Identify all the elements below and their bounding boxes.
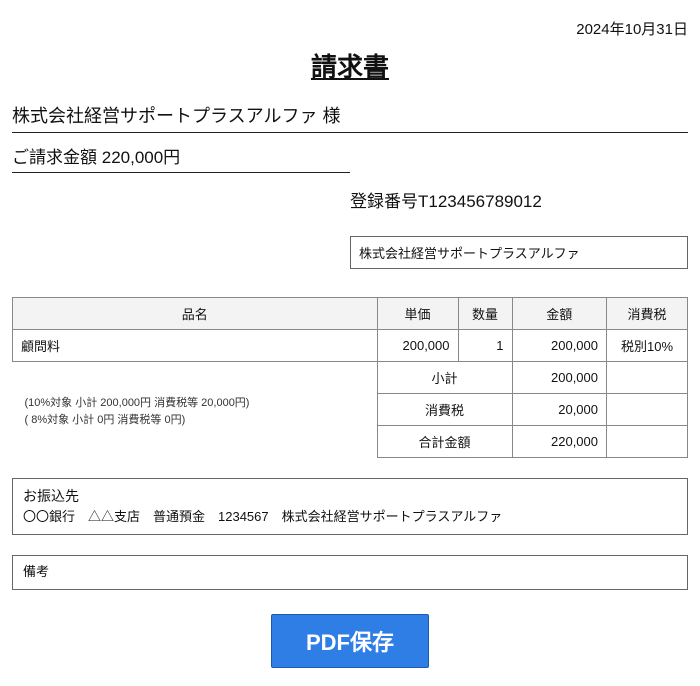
tax-value: 20,000 (512, 394, 607, 426)
cell-name: 顧問料 (13, 330, 378, 362)
subtotal-row: (10%対象 小計 200,000円 消費税等 20,000円) ( 8%対象 … (13, 362, 688, 394)
bank-box: お振込先 〇〇銀行 △△支店 普通預金 1234567 株式会社経営サポートプラ… (12, 478, 688, 535)
billing-amount-label: ご請求金額 (12, 148, 97, 167)
remarks-title: 備考 (23, 564, 49, 579)
grand-value: 220,000 (512, 426, 607, 458)
registration-number: T123456789012 (418, 192, 542, 211)
remarks-box: 備考 (12, 555, 688, 590)
header-unit-price: 単価 (377, 298, 458, 330)
subtotal-tax-blank (607, 362, 688, 394)
cell-qty: 1 (458, 330, 512, 362)
billing-amount-value: 220,000円 (102, 148, 180, 167)
bank-title: お振込先 (23, 485, 677, 507)
table-row: 顧問料 200,000 1 200,000 税別10% (13, 330, 688, 362)
cell-amount: 200,000 (512, 330, 607, 362)
header-qty: 数量 (458, 298, 512, 330)
header-tax: 消費税 (607, 298, 688, 330)
subtotal-label: 小計 (377, 362, 512, 394)
grand-label: 合計金額 (377, 426, 512, 458)
document-title: 請求書 (12, 47, 688, 84)
subtotal-value: 200,000 (512, 362, 607, 394)
breakdown-line-10: (10%対象 小計 200,000円 消費税等 20,000円) (25, 395, 369, 412)
issuer-box: 株式会社経営サポートプラスアルファ (350, 236, 688, 269)
header-amount: 金額 (512, 298, 607, 330)
billing-amount-row: ご請求金額 220,000円 (12, 143, 350, 173)
items-table: 品名 単価 数量 金額 消費税 顧問料 200,000 1 200,000 税別… (12, 297, 688, 458)
breakdown-line-8: ( 8%対象 小計 0円 消費税等 0円) (25, 412, 369, 429)
recipient-name: 株式会社経営サポートプラスアルファ 様 (12, 102, 688, 133)
cell-tax: 税別10% (607, 330, 688, 362)
grand-blank (607, 426, 688, 458)
table-header-row: 品名 単価 数量 金額 消費税 (13, 298, 688, 330)
registration-row: 登録番号T123456789012 (12, 187, 688, 212)
registration-label: 登録番号 (350, 192, 418, 211)
issue-date: 2024年10月31日 (12, 18, 688, 39)
bank-line: 〇〇銀行 △△支店 普通預金 1234567 株式会社経営サポートプラスアルファ (23, 507, 677, 528)
pdf-save-button[interactable]: PDF保存 (271, 614, 429, 668)
cell-unit-price: 200,000 (377, 330, 458, 362)
tax-label: 消費税 (377, 394, 512, 426)
tax-blank (607, 394, 688, 426)
header-name: 品名 (13, 298, 378, 330)
tax-breakdown: (10%対象 小計 200,000円 消費税等 20,000円) ( 8%対象 … (21, 391, 369, 428)
